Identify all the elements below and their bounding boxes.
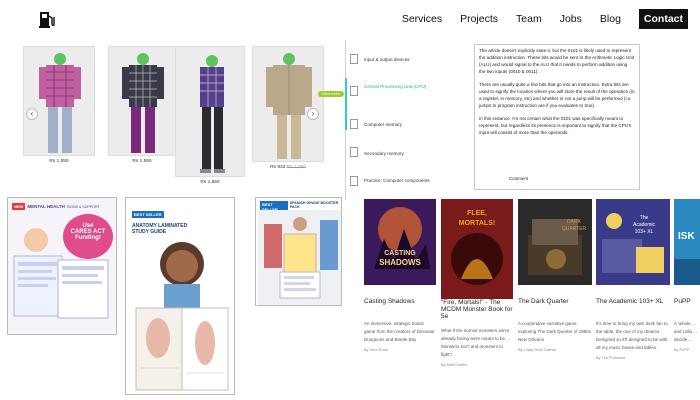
step-icon [350,176,358,186]
game-description: A cooperative narrative game exploring T… [518,321,591,342]
mental-health-guide-card[interactable]: NEW MENTAL HEALTH SIGNS & SUPPORT Use CA… [7,197,117,335]
step-icon [350,119,358,129]
anatomy-illustration [135,242,229,391]
component-item[interactable]: Computer memory [364,122,474,128]
nav-services-link[interactable]: Services [402,13,442,25]
game-creator: By Lucky Duck Games [518,348,557,352]
svg-text:FLEE,: FLEE, [467,210,487,217]
game-title[interactable]: The Dark Quarter [518,298,592,305]
carousel-prev-button[interactable]: ‹ [26,108,38,120]
spanish-pack-illustration [258,210,341,305]
component-item[interactable]: Input & output devices [364,57,474,63]
game-description: What if the normal monsters we're alread… [441,328,511,357]
game-creator: By Matt Colville [441,363,468,367]
product-image [108,46,176,156]
component-item[interactable]: Practice: Computer components [364,178,444,184]
original-price: Rs 1,550 [286,165,306,170]
game-title[interactable]: Casting Shadows [364,298,436,305]
product-card[interactable]: Rs 1,550 [175,46,245,185]
svg-text:SHADOWS: SHADOWS [379,258,421,267]
game-cover: FLEE, MORTALS! [441,199,513,299]
svg-text:The: The [640,215,649,221]
anatomy-guide-card[interactable]: BEST SELLER ANATOMY LAMINATED STUDY GUID… [125,197,235,395]
nav-team-link[interactable]: Team [516,13,542,25]
nav-projects-link[interactable]: Projects [460,13,498,25]
site-header: Services Projects Team Jobs Blog Contact [0,0,700,38]
game-cards-row: CASTING SHADOWS Casting Shadows An immer… [364,199,700,400]
main-nav: Services Projects Team Jobs Blog Contact [402,9,688,29]
svg-text:QUARTER: QUARTER [562,226,587,232]
game-creator: By PuPP [674,348,690,352]
spanish-grade-booster-card[interactable]: BEST SELLER SPANISH GRADE BOOSTER PACK [255,197,342,306]
component-item[interactable]: Secondary memory [364,151,474,157]
game-description: An immersive, strategic board game from … [364,321,435,342]
game-title[interactable]: PuPP [674,298,700,305]
product-card[interactable]: Rs 1,550 [108,46,176,164]
view-more-pill[interactable]: View more [318,91,344,97]
new-badge: NEW [12,203,26,210]
product-price: Rs 1,550 [49,159,69,164]
game-cover: The Academic 103+ XL [596,199,670,285]
computer-components-panel: View more Input & output devices Central… [318,40,465,200]
svg-text:103+ XL: 103+ XL [635,229,654,235]
step-icon [350,54,358,64]
comment-label[interactable]: Comment [509,176,528,181]
game-creator: By The Professor [596,356,626,360]
sale-price: Rs 933 [270,165,286,170]
best-seller-badge: BEST SELLER [132,211,164,218]
svg-text:ISK: ISK [678,231,695,242]
guide-subtitle: SIGNS & SUPPORT [66,204,100,209]
game-creator: By Hero Robe [364,348,388,352]
step-icon [350,86,358,96]
chevron-right-icon: › [311,109,315,118]
svg-text:Academic: Academic [633,222,655,228]
svg-text:DARK: DARK [567,219,582,225]
nav-blog-link[interactable]: Blog [600,13,621,25]
article-comment-box: The article doesn't explicitly state it,… [474,44,640,190]
chevron-left-icon: ‹ [30,109,34,118]
article-paragraph: In this instance, I'm not certain what t… [479,116,632,135]
svg-text:MORTALS!: MORTALS! [459,220,495,227]
carousel-next-button[interactable]: › [307,108,319,120]
game-description: It's time to bring my own desk fan to th… [596,321,668,350]
product-price: Rs 1,550 [200,180,220,185]
active-progress-bar [345,78,347,130]
game-cover: CASTING SHADOWS [364,199,436,285]
product-image [23,46,95,156]
product-carousel: Rs 1,550 Rs 1,550 Rs 1,550 Rs 933 Rs 1,5… [20,46,325,196]
game-card[interactable]: CASTING SHADOWS Casting Shadows An immer… [364,199,436,352]
game-card[interactable]: DARK QUARTER The Dark Quarter A cooperat… [518,199,592,352]
svg-text:CASTING: CASTING [384,250,416,257]
product-price: Rs 1,550 [132,159,152,164]
game-card[interactable]: The Academic 103+ XL The Academic 103+ X… [596,199,670,360]
step-icon [350,147,358,157]
article-paragraph: The article doesn't explicitly state it,… [479,48,635,74]
product-price: Rs 933 Rs 1,550 [252,165,324,170]
game-title[interactable]: "Fire, Mortals!" - The MCDM Monster Book… [441,299,513,320]
product-image [252,46,324,162]
product-card[interactable]: Rs 1,550 [23,46,95,164]
component-item-active[interactable]: Central Processing Unit (CPU) [364,84,474,90]
nav-contact-button[interactable]: Contact [638,9,688,29]
game-description: A 'whole ... and colla ... decide ... [674,321,698,342]
game-title[interactable]: The Academic 103+ XL [596,298,670,305]
product-image [175,46,245,177]
fuel-pump-logo-icon[interactable] [38,9,56,29]
guide-pages-illustration [13,228,109,319]
game-cover: DARK QUARTER [518,199,592,285]
guide-title: MENTAL HEALTH [27,204,65,209]
article-paragraph: There are usually quite a few bits that … [479,82,635,108]
nav-jobs-link[interactable]: Jobs [560,13,582,25]
game-card[interactable]: ISK PuPP A 'whole ... and colla ... deci… [674,199,700,352]
game-cover: ISK [674,199,700,285]
game-card[interactable]: FLEE, MORTALS! "Fire, Mortals!" - The MC… [441,199,513,367]
